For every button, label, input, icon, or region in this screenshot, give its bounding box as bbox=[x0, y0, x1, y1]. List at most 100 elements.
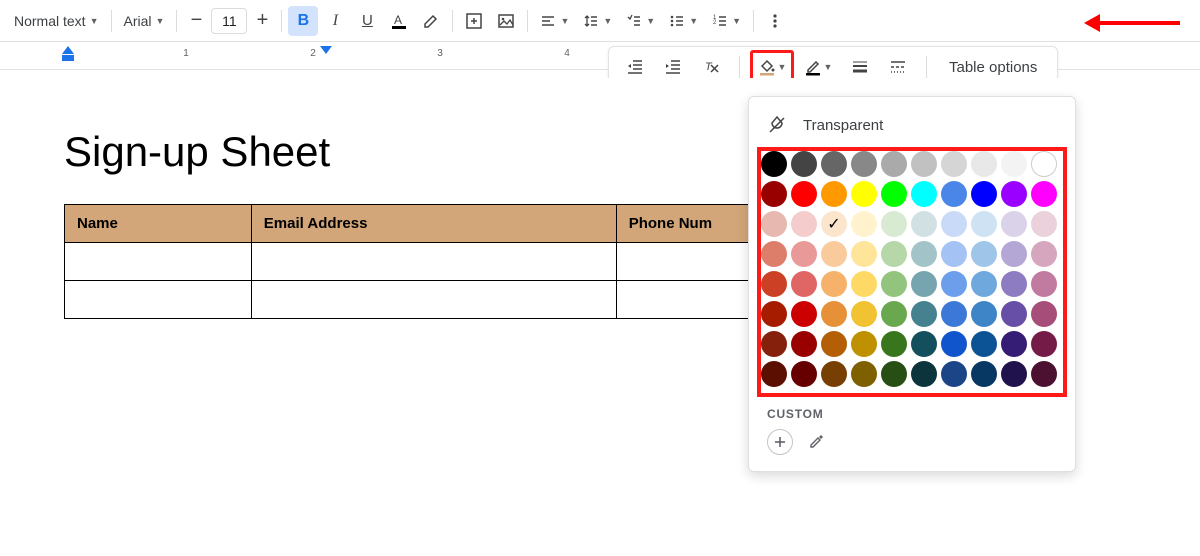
color-swatch[interactable] bbox=[971, 361, 997, 387]
color-swatch[interactable] bbox=[1031, 211, 1057, 237]
color-swatch[interactable] bbox=[881, 211, 907, 237]
indent-marker[interactable] bbox=[62, 46, 74, 61]
color-swatch[interactable] bbox=[941, 301, 967, 327]
color-swatch[interactable] bbox=[911, 331, 937, 357]
color-swatch[interactable] bbox=[881, 331, 907, 357]
color-swatch[interactable] bbox=[911, 151, 937, 177]
color-swatch[interactable] bbox=[1031, 331, 1057, 357]
color-swatch[interactable] bbox=[881, 241, 907, 267]
italic-button[interactable]: I bbox=[320, 6, 350, 36]
paragraph-styles-dropdown[interactable]: Normal text ▼ bbox=[8, 6, 105, 36]
color-swatch[interactable] bbox=[851, 241, 877, 267]
color-swatch[interactable] bbox=[941, 181, 967, 207]
table-cell[interactable] bbox=[65, 281, 252, 319]
color-swatch[interactable] bbox=[971, 151, 997, 177]
insert-link-button[interactable] bbox=[459, 6, 489, 36]
color-swatch[interactable] bbox=[851, 331, 877, 357]
color-swatch[interactable] bbox=[911, 271, 937, 297]
color-swatch[interactable] bbox=[761, 241, 787, 267]
color-swatch[interactable] bbox=[851, 211, 877, 237]
align-dropdown[interactable]: ▼ bbox=[534, 6, 575, 36]
transparent-option[interactable]: Transparent bbox=[749, 107, 1075, 143]
color-swatch[interactable] bbox=[791, 241, 817, 267]
color-swatch[interactable] bbox=[881, 151, 907, 177]
increase-font-size-button[interactable]: + bbox=[249, 6, 275, 36]
color-swatch[interactable] bbox=[941, 241, 967, 267]
color-swatch[interactable] bbox=[1001, 211, 1027, 237]
table-header-email[interactable]: Email Address bbox=[251, 205, 616, 243]
color-swatch[interactable] bbox=[761, 361, 787, 387]
color-swatch[interactable] bbox=[971, 301, 997, 327]
color-swatch[interactable] bbox=[791, 151, 817, 177]
color-swatch[interactable] bbox=[911, 211, 937, 237]
color-swatch[interactable] bbox=[941, 361, 967, 387]
color-swatch[interactable] bbox=[791, 301, 817, 327]
color-swatch[interactable] bbox=[1031, 241, 1057, 267]
color-swatch[interactable] bbox=[911, 241, 937, 267]
color-swatch[interactable] bbox=[821, 241, 847, 267]
color-swatch[interactable] bbox=[911, 181, 937, 207]
table-cell[interactable] bbox=[251, 243, 616, 281]
color-swatch[interactable] bbox=[761, 181, 787, 207]
color-swatch[interactable] bbox=[791, 181, 817, 207]
color-swatch[interactable] bbox=[1001, 271, 1027, 297]
color-swatch[interactable] bbox=[821, 151, 847, 177]
color-swatch[interactable] bbox=[851, 181, 877, 207]
color-swatch[interactable] bbox=[821, 361, 847, 387]
color-swatch[interactable] bbox=[1001, 301, 1027, 327]
color-swatch[interactable] bbox=[761, 331, 787, 357]
color-swatch[interactable] bbox=[881, 271, 907, 297]
color-swatch[interactable] bbox=[821, 301, 847, 327]
color-swatch[interactable] bbox=[761, 271, 787, 297]
color-swatch[interactable] bbox=[881, 181, 907, 207]
line-spacing-dropdown[interactable]: ▼ bbox=[577, 6, 618, 36]
highlight-color-button[interactable] bbox=[416, 6, 446, 36]
color-swatch[interactable] bbox=[821, 331, 847, 357]
indent-marker-right[interactable] bbox=[320, 46, 332, 54]
font-family-dropdown[interactable]: Arial ▼ bbox=[118, 6, 171, 36]
color-swatch[interactable] bbox=[761, 211, 787, 237]
add-custom-color-button[interactable] bbox=[767, 429, 793, 455]
color-swatch[interactable] bbox=[1001, 181, 1027, 207]
bulleted-list-dropdown[interactable]: ▼ bbox=[663, 6, 704, 36]
table-header-name[interactable]: Name bbox=[65, 205, 252, 243]
color-swatch[interactable] bbox=[881, 361, 907, 387]
color-swatch[interactable] bbox=[911, 301, 937, 327]
color-swatch[interactable] bbox=[971, 241, 997, 267]
color-swatch[interactable] bbox=[971, 271, 997, 297]
table-cell[interactable] bbox=[65, 243, 252, 281]
color-swatch[interactable] bbox=[791, 331, 817, 357]
decrease-font-size-button[interactable]: − bbox=[183, 6, 209, 36]
color-swatch[interactable] bbox=[791, 211, 817, 237]
color-swatch[interactable] bbox=[1001, 361, 1027, 387]
eyedropper-button[interactable] bbox=[803, 429, 829, 455]
color-swatch[interactable] bbox=[941, 271, 967, 297]
underline-button[interactable]: U bbox=[352, 6, 382, 36]
color-swatch[interactable] bbox=[851, 271, 877, 297]
insert-image-button[interactable] bbox=[491, 6, 521, 36]
color-swatch[interactable] bbox=[851, 301, 877, 327]
color-swatch[interactable] bbox=[761, 301, 787, 327]
color-swatch[interactable] bbox=[1031, 151, 1057, 177]
color-swatch[interactable] bbox=[851, 361, 877, 387]
bold-button[interactable]: B bbox=[288, 6, 318, 36]
color-swatch[interactable] bbox=[941, 331, 967, 357]
color-swatch[interactable] bbox=[881, 301, 907, 327]
color-swatch[interactable] bbox=[821, 271, 847, 297]
color-swatch[interactable] bbox=[971, 181, 997, 207]
color-swatch[interactable] bbox=[941, 151, 967, 177]
color-swatch[interactable] bbox=[791, 271, 817, 297]
table-cell[interactable] bbox=[251, 281, 616, 319]
color-swatch[interactable] bbox=[761, 151, 787, 177]
color-swatch[interactable] bbox=[851, 151, 877, 177]
color-swatch[interactable] bbox=[1001, 241, 1027, 267]
more-options-button[interactable] bbox=[760, 6, 790, 36]
font-size-input[interactable]: 11 bbox=[211, 8, 247, 34]
text-color-button[interactable]: A bbox=[384, 6, 414, 36]
color-swatch[interactable] bbox=[1031, 181, 1057, 207]
checklist-dropdown[interactable]: ▼ bbox=[620, 6, 661, 36]
color-swatch[interactable] bbox=[1001, 331, 1027, 357]
numbered-list-dropdown[interactable]: 12 ▼ bbox=[706, 6, 747, 36]
color-swatch[interactable] bbox=[1031, 361, 1057, 387]
color-swatch[interactable] bbox=[1001, 151, 1027, 177]
